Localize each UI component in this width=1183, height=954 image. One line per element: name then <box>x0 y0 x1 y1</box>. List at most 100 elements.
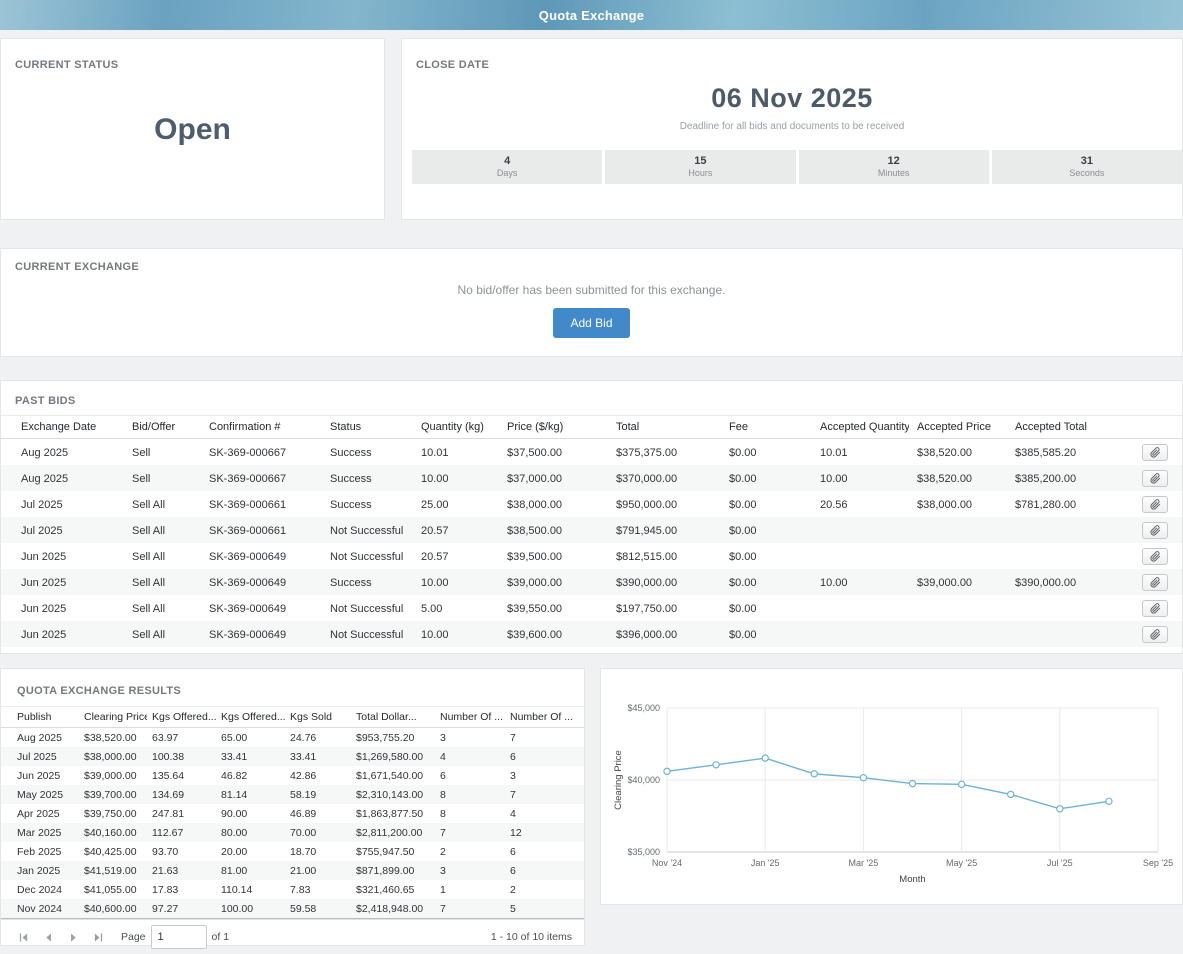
items-count-label: 1 - 10 of 10 items <box>491 931 572 943</box>
table-cell: Jun 2025 <box>1 766 79 785</box>
attachment-button[interactable] <box>1142 548 1168 565</box>
table-cell: 81.14 <box>216 785 285 804</box>
table-cell: 33.41 <box>285 747 351 766</box>
close-date-title: CLOSE DATE <box>402 39 1182 71</box>
column-header: Number Of ... <box>435 707 505 728</box>
table-cell: 6 <box>505 747 584 766</box>
table-cell: $396,000.00 <box>608 621 721 647</box>
paperclip-icon <box>1150 629 1161 640</box>
table-cell: $39,000.00 <box>909 569 1007 595</box>
attachment-button[interactable] <box>1142 600 1168 617</box>
table-cell: 7 <box>435 899 505 919</box>
table-cell: Jan 2025 <box>1 861 79 880</box>
table-cell: 70.00 <box>285 823 351 842</box>
table-cell: 2 <box>505 880 584 899</box>
attachment-button[interactable] <box>1142 496 1168 513</box>
table-cell: Aug 2025 <box>1 439 124 466</box>
countdown-minutes-label: Minutes <box>799 168 989 178</box>
bottom-row: QUOTA EXCHANGE RESULTS PublishClearing P… <box>0 668 1183 946</box>
countdown-hours-value: 15 <box>605 155 795 167</box>
table-cell: $2,811,200.00 <box>351 823 435 842</box>
table-cell: 5.00 <box>413 595 499 621</box>
app-header: Quota Exchange <box>0 0 1183 30</box>
table-cell <box>909 621 1007 647</box>
column-header: Kgs Offered... <box>147 707 216 728</box>
table-row: Jun 2025Sell AllSK-369-000649Success10.0… <box>1 569 1182 595</box>
table-cell: $41,519.00 <box>79 861 147 880</box>
table-cell: SK-369-000661 <box>201 491 322 517</box>
table-cell: 20.56 <box>812 491 909 517</box>
attachment-button[interactable] <box>1142 444 1168 461</box>
table-cell: Jun 2025 <box>1 595 124 621</box>
table-cell: Success <box>322 491 413 517</box>
table-cell: Not Successful <box>322 517 413 543</box>
table-row: Jun 2025Sell AllSK-369-000649Not Success… <box>1 543 1182 569</box>
column-header: Price ($/kg) <box>499 416 608 439</box>
table-cell: $321,460.65 <box>351 880 435 899</box>
table-cell: 2 <box>435 842 505 861</box>
table-cell: Jun 2025 <box>1 543 124 569</box>
table-cell: 10.01 <box>413 439 499 466</box>
attachment-button[interactable] <box>1142 574 1168 591</box>
page-label: Page <box>121 931 146 943</box>
status-value: Open <box>1 113 384 147</box>
pager-previous-button[interactable] <box>38 927 58 947</box>
table-cell: 134.69 <box>147 785 216 804</box>
results-pager: Page of 1 1 - 10 of 10 items <box>1 919 584 954</box>
attachment-cell <box>1116 621 1182 647</box>
svg-text:Clearing Price: Clearing Price <box>613 750 624 810</box>
table-cell: Jul 2025 <box>1 747 79 766</box>
attachment-cell <box>1116 491 1182 517</box>
table-cell: Jun 2025 <box>1 569 124 595</box>
table-cell: $37,000.00 <box>499 465 608 491</box>
table-cell: 100.00 <box>216 899 285 919</box>
table-cell: 7.83 <box>285 880 351 899</box>
table-cell: SK-369-000649 <box>201 621 322 647</box>
table-cell: Success <box>322 439 413 466</box>
table-row: Jul 2025Sell AllSK-369-000661Success25.0… <box>1 491 1182 517</box>
pager-next-button[interactable] <box>63 927 83 947</box>
table-cell: $390,000.00 <box>608 569 721 595</box>
table-row: Nov 2024$40,600.0097.27100.0059.58$2,418… <box>1 899 584 919</box>
results-title: QUOTA EXCHANGE RESULTS <box>1 669 584 697</box>
table-cell: $39,600.00 <box>499 621 608 647</box>
table-cell: $39,750.00 <box>79 804 147 823</box>
paperclip-icon <box>1150 447 1161 458</box>
table-cell: 12 <box>505 823 584 842</box>
table-cell: 10.00 <box>413 569 499 595</box>
table-cell: $0.00 <box>721 569 812 595</box>
column-header: Quantity (kg) <box>413 416 499 439</box>
table-cell: May 2025 <box>1 785 79 804</box>
attachment-button[interactable] <box>1142 522 1168 539</box>
table-cell: 93.70 <box>147 842 216 861</box>
table-cell: 4 <box>435 747 505 766</box>
table-cell: Success <box>322 569 413 595</box>
table-cell: $0.00 <box>721 621 812 647</box>
column-header: Confirmation # <box>201 416 322 439</box>
countdown-hours-label: Hours <box>605 168 795 178</box>
table-cell: 6 <box>505 842 584 861</box>
attachment-button[interactable] <box>1142 470 1168 487</box>
results-header-row: PublishClearing PriceKgs Offered...Kgs O… <box>1 707 584 728</box>
table-cell: $40,160.00 <box>79 823 147 842</box>
table-cell <box>1007 595 1116 621</box>
attachments-column-header <box>1116 416 1182 439</box>
table-cell: $38,000.00 <box>79 747 147 766</box>
table-cell: Success <box>322 465 413 491</box>
table-cell: 10.00 <box>812 465 909 491</box>
page-number-input[interactable] <box>151 925 207 949</box>
current-status-title: CURRENT STATUS <box>1 39 384 71</box>
attachment-button[interactable] <box>1142 626 1168 643</box>
pager-first-button[interactable] <box>13 927 33 947</box>
attachment-cell <box>1116 543 1182 569</box>
pager-last-button[interactable] <box>88 927 108 947</box>
table-cell: 63.97 <box>147 728 216 748</box>
table-cell: Sell All <box>124 569 201 595</box>
svg-text:Jan '25: Jan '25 <box>751 858 780 868</box>
table-cell: 135.64 <box>147 766 216 785</box>
table-cell: 112.67 <box>147 823 216 842</box>
table-cell: $791,945.00 <box>608 517 721 543</box>
table-cell: 6 <box>505 861 584 880</box>
add-bid-button[interactable]: Add Bid <box>553 308 629 338</box>
paperclip-icon <box>1150 551 1161 562</box>
